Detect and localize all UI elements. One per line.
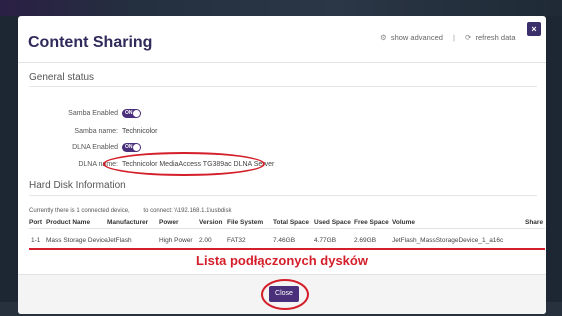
column-header: Share	[525, 219, 544, 226]
samba-enabled-label: Samba Enabled	[68, 110, 118, 117]
close-button-highlight-ellipse	[261, 279, 309, 310]
refresh-data-link[interactable]: refresh data	[475, 33, 515, 42]
table-cell: 2.69GB	[354, 237, 377, 244]
column-header: Total Space	[273, 219, 310, 226]
connected-count-text: Currently there is 1 connected device,	[29, 208, 130, 214]
column-header: Free Space	[354, 219, 389, 226]
toggle-on-text: ON	[125, 110, 133, 116]
samba-name-label: Samba name:	[74, 128, 118, 135]
modal-header: Content Sharing ⚙ show advanced | ⟳ refr…	[18, 16, 546, 63]
table-cell: Mass Storage Device	[46, 237, 108, 244]
toggle-knob	[133, 110, 140, 117]
table-cell: JetFlash	[107, 237, 132, 244]
section-divider	[29, 195, 537, 196]
column-header: Volume	[392, 219, 415, 226]
show-advanced-link[interactable]: show advanced	[391, 33, 443, 42]
dlna-enabled-label: DLNA Enabled	[72, 144, 118, 151]
column-header: Version	[199, 219, 223, 226]
column-header: Used Space	[314, 219, 351, 226]
gear-icon: ⚙	[380, 33, 387, 42]
column-header: File System	[227, 219, 264, 226]
samba-enabled-toggle[interactable]: ON	[122, 109, 141, 118]
background-top-strip	[0, 0, 562, 16]
table-cell: FAT32	[227, 237, 246, 244]
column-header: Manufacturer	[107, 219, 149, 226]
header-links: ⚙ show advanced | ⟳ refresh data	[380, 33, 516, 42]
samba-name-value: Technicolor	[122, 128, 158, 135]
dlna-enabled-toggle[interactable]: ON	[122, 143, 141, 152]
refresh-icon: ⟳	[465, 33, 472, 42]
table-cell: 1-1	[31, 237, 41, 244]
general-status-heading: General status	[29, 72, 95, 83]
header-separator: |	[453, 33, 455, 42]
hard-disk-heading: Hard Disk Information	[29, 180, 126, 191]
connect-path-text: to connect: \\192.168.1.1\usbdisk	[143, 208, 232, 214]
close-icon[interactable]: ×	[527, 22, 541, 36]
connected-devices-text: Currently there is 1 connected device, t…	[29, 208, 231, 214]
column-header: Port	[29, 219, 42, 226]
toggle-on-text: ON	[125, 144, 133, 150]
column-header: Power	[159, 219, 179, 226]
toggle-knob	[133, 144, 140, 151]
table-cell: 4.77GB	[314, 237, 337, 244]
column-header: Product Name	[46, 219, 91, 226]
table-cell: High Power	[159, 237, 193, 244]
table-cell: JetFlash_MassStorageDevice_1_a16c	[392, 237, 504, 244]
table-cell: 2.00	[199, 237, 212, 244]
dlna-name-highlight-ellipse	[103, 152, 265, 176]
table-cell: 7.46GB	[273, 237, 296, 244]
content-sharing-modal: Content Sharing ⚙ show advanced | ⟳ refr…	[18, 16, 546, 314]
section-divider	[29, 86, 537, 87]
annotation-text: Lista podłączonych dysków	[196, 253, 368, 268]
annotation-underline	[29, 248, 545, 250]
table-header-divider	[29, 228, 545, 229]
modal-title: Content Sharing	[28, 34, 153, 51]
